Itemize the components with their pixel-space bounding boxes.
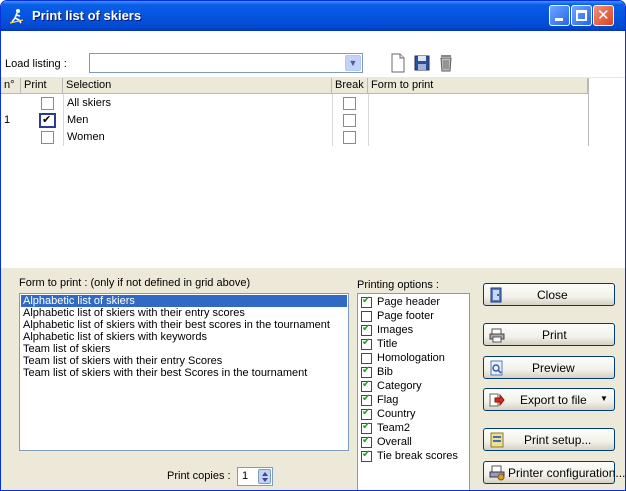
skier-icon (9, 9, 24, 24)
print-button[interactable]: Print (483, 323, 615, 346)
break-checkbox[interactable] (343, 131, 356, 144)
col-form-header[interactable]: Form to print (368, 78, 588, 94)
col-selection-header[interactable]: Selection (63, 78, 332, 94)
bottom-panel: Form to print : (only if not defined in … (1, 268, 625, 490)
print-checkbox[interactable] (41, 97, 54, 110)
load-listing-combo[interactable]: ▼ (89, 53, 363, 73)
print-checkbox[interactable] (41, 131, 54, 144)
checkbox[interactable] (361, 421, 372, 434)
checkbox[interactable] (361, 407, 372, 420)
row-num: 1 (4, 114, 11, 126)
checkbox[interactable] (361, 295, 372, 308)
col-num-header[interactable]: n° (1, 78, 21, 94)
dropdown-arrow-icon[interactable]: ▼ (600, 394, 608, 403)
print-button-label: Print (542, 328, 567, 342)
table-row[interactable]: 1 Men (1, 112, 588, 129)
printing-options-list: Page header Page footer Images Title Hom… (357, 293, 470, 490)
checkbox[interactable] (361, 393, 372, 406)
print-setup-button-label: Print setup... (524, 433, 592, 447)
print-setup-button[interactable]: Print setup... (483, 428, 615, 451)
export-to-file-button[interactable]: Export to file ▼ (483, 388, 615, 411)
form-to-print-label: Form to print : (only if not defined in … (19, 277, 251, 289)
checkbox[interactable] (361, 365, 372, 378)
checkbox[interactable] (361, 337, 372, 350)
row-selection: All skiers (67, 97, 112, 109)
row-selection: Women (67, 131, 105, 143)
table-row[interactable]: All skiers (1, 95, 588, 112)
print-copies-value[interactable]: 1 (242, 470, 248, 482)
page-setup-icon (490, 432, 504, 448)
close-window-button[interactable]: ✕ (593, 5, 614, 26)
break-checkbox[interactable] (343, 114, 356, 127)
print-list-window: Print list of skiers ✕ Load listing : ▼ … (0, 0, 626, 491)
table-row[interactable]: Women (1, 129, 588, 146)
checkbox[interactable] (361, 435, 372, 448)
print-checkbox[interactable] (39, 113, 56, 128)
printer-icon (489, 328, 505, 343)
row-num (1, 95, 4, 112)
window-title: Print list of skiers (32, 8, 142, 23)
preview-icon (490, 360, 503, 376)
checkbox[interactable] (361, 311, 372, 322)
checkbox[interactable] (361, 449, 372, 462)
new-document-icon[interactable] (389, 53, 407, 73)
row-form[interactable] (369, 112, 372, 129)
preview-button[interactable]: Preview (483, 356, 615, 379)
print-copies-label: Print copies : (167, 470, 231, 482)
checkbox[interactable] (361, 379, 372, 392)
export-button-label: Export to file (520, 393, 587, 407)
row-form[interactable] (369, 95, 372, 112)
printer-config-icon (489, 465, 505, 481)
load-listing-row: Load listing : ▼ (1, 31, 625, 77)
chevron-down-icon[interactable]: ▼ (345, 55, 361, 71)
printing-options-label: Printing options : (357, 279, 439, 291)
list-item[interactable]: Team list of skiers (21, 343, 347, 355)
load-listing-label: Load listing : (5, 58, 67, 70)
col-print-header[interactable]: Print (21, 78, 63, 94)
minimize-button[interactable] (549, 5, 570, 26)
list-item[interactable]: Alphabetic list of skiers (21, 295, 347, 307)
list-item[interactable]: Alphabetic list of skiers with their ent… (21, 307, 347, 319)
save-icon[interactable] (413, 53, 431, 73)
close-button-label: Close (537, 288, 568, 302)
door-exit-icon (490, 287, 502, 303)
printer-configuration-button[interactable]: Printer configuration... (483, 461, 625, 484)
print-copies-stepper[interactable]: 1 (237, 467, 273, 486)
break-checkbox[interactable] (343, 97, 356, 110)
close-button[interactable]: Close (483, 283, 615, 306)
trash-icon[interactable] (437, 53, 455, 73)
grid-header: n° Print Selection Break Form to print (1, 78, 588, 94)
preview-button-label: Preview (532, 361, 575, 375)
list-item[interactable]: Alphabetic list of skiers with keywords (21, 331, 347, 343)
row-form[interactable] (369, 129, 372, 146)
list-item[interactable]: Team list of skiers with their best Scor… (21, 367, 347, 379)
checkbox[interactable] (361, 353, 372, 364)
col-break-header[interactable]: Break (332, 78, 368, 94)
export-arrow-icon (489, 393, 505, 407)
row-selection: Men (67, 114, 89, 126)
row-num (1, 129, 4, 146)
maximize-button[interactable] (571, 5, 592, 26)
list-item[interactable]: Alphabetic list of skiers with their bes… (21, 319, 347, 331)
title-bar: Print list of skiers ✕ (1, 1, 625, 31)
checkbox[interactable] (361, 323, 372, 336)
printer-configuration-label: Printer configuration... (508, 466, 626, 480)
form-to-print-list[interactable]: Alphabetic list of skiers Alphabetic lis… (19, 293, 349, 451)
list-item[interactable]: Team list of skiers with their entry Sco… (21, 355, 347, 367)
selection-grid: n° Print Selection Break Form to print A… (1, 78, 625, 268)
spinner-arrows-icon[interactable] (258, 469, 271, 484)
